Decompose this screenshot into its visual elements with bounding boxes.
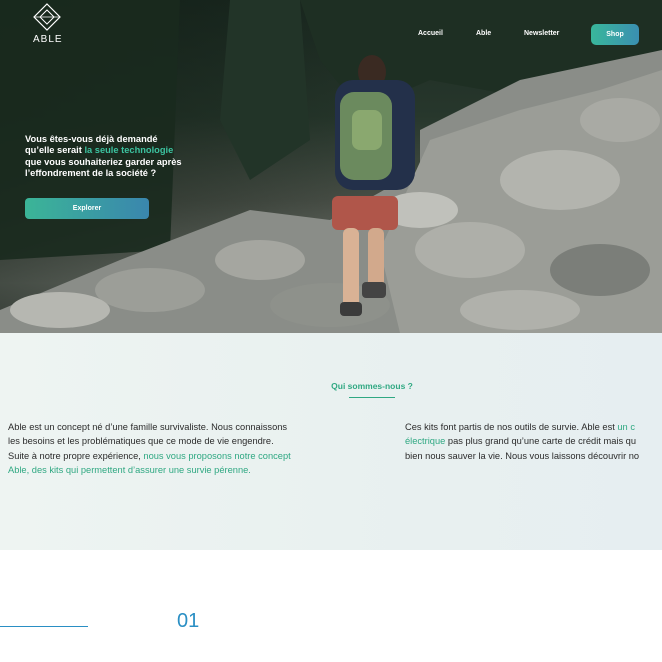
about-left-line-2: les besoins et les problématiques que ce…	[8, 436, 274, 447]
nav-link-able[interactable]: Able	[476, 30, 491, 37]
about-right-line-1: Ces kits font partis de nos outils de su…	[405, 420, 662, 434]
hero-line-2-text: qu’elle serait	[25, 145, 85, 156]
section-divider-line	[0, 626, 88, 627]
about-title-underline	[349, 397, 395, 398]
about-section: Qui sommes-nous ? Able est un concept né…	[0, 333, 662, 550]
about-left-accent-2: Able, des kits qui permettent d’assurer …	[8, 465, 251, 476]
explore-button[interactable]: Explorer	[25, 198, 149, 219]
about-right-line-2: électrique pas plus grand qu’une carte d…	[405, 434, 662, 448]
about-right-accent-1: un c	[617, 422, 635, 432]
about-left-line-3-text: Suite à notre propre expérience,	[8, 450, 144, 461]
nav-link-newsletter[interactable]: Newsletter	[524, 30, 559, 37]
about-right-accent-2: électrique	[405, 436, 446, 447]
hero-line-2: qu’elle serait la seule technologie	[25, 145, 205, 156]
about-right-line-2-text: pas plus grand qu’une carte de crédit ma…	[445, 436, 637, 447]
about-title: Qui sommes-nous ?	[331, 381, 413, 391]
main-nav: Accueil Able Newsletter	[0, 25, 662, 45]
section-number: 01	[177, 610, 200, 632]
hero-highlight: la seule technologie	[84, 145, 174, 156]
hero-heading: Vous êtes-vous déjà demandé qu’elle sera…	[25, 134, 205, 180]
about-right-line-1-text: Ces kits font partis de nos outils de su…	[405, 422, 618, 432]
nav-link-accueil[interactable]: Accueil	[418, 30, 443, 37]
about-left-line-1: Able est un concept né d’une famille sur…	[8, 422, 288, 432]
hero-section: ABLE Accueil Able Newsletter Shop Vous ê…	[0, 0, 662, 333]
about-left-accent-1: nous vous proposons notre concept	[143, 450, 291, 461]
about-right-column: Ces kits font partis de nos outils de su…	[405, 420, 662, 463]
page: ABLE Accueil Able Newsletter Shop Vous ê…	[0, 0, 662, 662]
hero-line-4: l’effondrement de la société ?	[25, 168, 157, 179]
about-left-line-3: Suite à notre propre expérience, nous vo…	[8, 449, 348, 463]
shop-button[interactable]: Shop	[591, 24, 639, 45]
about-right-line-3: bien nous sauver la vie. Nous vous laiss…	[405, 450, 640, 461]
hero-line-1: Vous êtes-vous déjà demandé	[25, 134, 158, 144]
about-left-column: Able est un concept né d’une famille sur…	[8, 420, 348, 478]
hero-line-3: que vous souhaiteriez garder après	[25, 156, 182, 167]
